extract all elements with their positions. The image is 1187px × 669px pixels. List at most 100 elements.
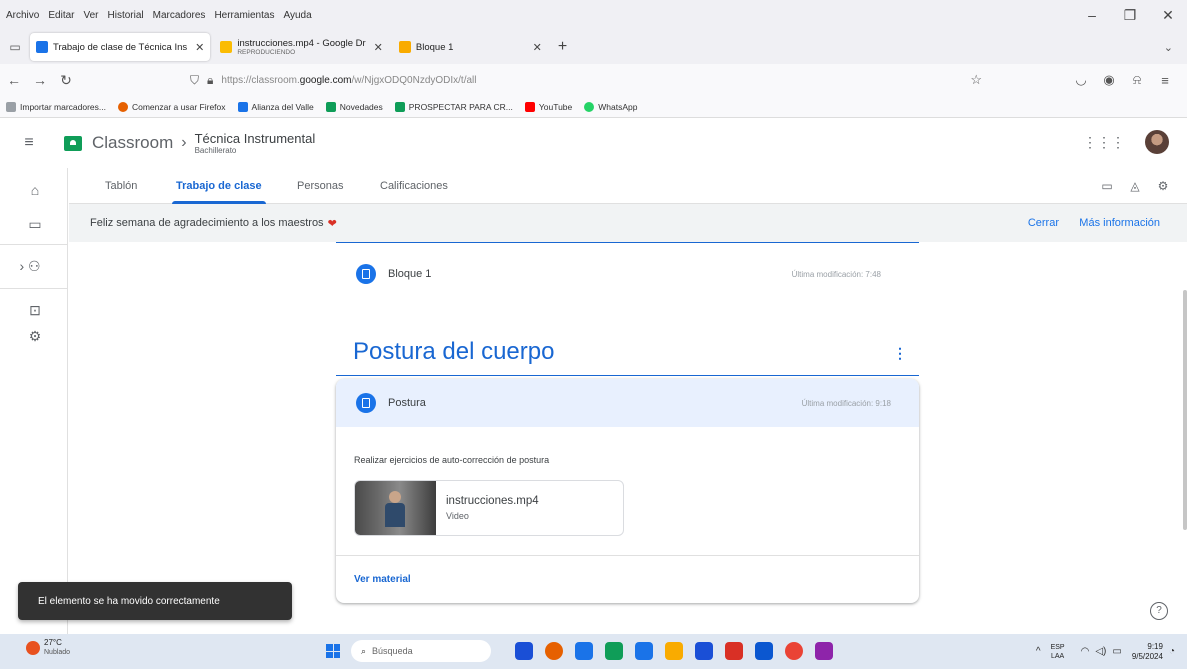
- browser-tab-classwork[interactable]: Trabajo de clase de Técnica Ins ✕: [30, 33, 211, 61]
- bookmark-alianza[interactable]: Alianza del Valle: [237, 101, 314, 112]
- list-item-bloque-1[interactable]: Bloque 1 Última modificación: 7:48: [336, 262, 919, 286]
- calendar-icon[interactable]: ▭: [1093, 179, 1121, 193]
- calendar-icon[interactable]: ▭: [25, 216, 45, 233]
- taskbar-app-icon[interactable]: [785, 642, 803, 660]
- extensions-icon[interactable]: ⍾: [1123, 72, 1151, 88]
- browser-tab-drive[interactable]: instrucciones.mp4 - Google Dr REPRODUCIE…: [214, 33, 389, 61]
- banner-close-button[interactable]: Cerrar: [1028, 217, 1059, 229]
- google-apps-icon[interactable]: ⋮⋮⋮: [1083, 134, 1125, 151]
- scrollbar[interactable]: [1183, 290, 1187, 530]
- bookmark-star-icon[interactable]: ☆: [970, 72, 982, 88]
- wifi-icon[interactable]: ◠: [1081, 646, 1090, 657]
- bookmark-youtube[interactable]: YouTube: [524, 101, 572, 112]
- windows-start-icon[interactable]: [326, 644, 340, 658]
- taskbar-app-icon[interactable]: [695, 642, 713, 660]
- drive-folder-icon[interactable]: ◬: [1121, 179, 1149, 193]
- material-title: Postura: [388, 397, 426, 409]
- url-bar[interactable]: ⛉ 🔒︎ https://classroom. google.com/w/Njgx…: [190, 67, 996, 93]
- menu-marcadores[interactable]: Marcadores: [153, 10, 206, 21]
- close-tab-icon[interactable]: ✕: [533, 41, 542, 54]
- list-all-tabs-icon[interactable]: ▭: [0, 40, 30, 54]
- taskbar-app-icon[interactable]: [575, 642, 593, 660]
- volume-icon[interactable]: ◁): [1095, 646, 1106, 657]
- language-indicator[interactable]: ESP LAA: [1051, 643, 1065, 661]
- chevron-right-icon: ›: [181, 134, 187, 151]
- item-title: Bloque 1: [388, 268, 432, 280]
- close-tab-icon[interactable]: ✕: [374, 41, 383, 54]
- attachment-card[interactable]: instrucciones.mp4 Video: [354, 480, 624, 536]
- reload-icon[interactable]: ↻: [54, 72, 78, 89]
- attachment-info: instrucciones.mp4 Video: [446, 481, 539, 535]
- menu-editar[interactable]: Editar: [48, 10, 74, 21]
- taskbar-app-icon[interactable]: [665, 642, 683, 660]
- close-tab-icon[interactable]: ✕: [195, 41, 204, 54]
- browser-tab-bloque[interactable]: Bloque 1 ✕: [393, 33, 548, 61]
- tab-trabajo-de-clase[interactable]: Trabajo de clase: [172, 168, 266, 204]
- home-icon[interactable]: ⌂: [25, 182, 45, 198]
- bookmark-import[interactable]: Importar marcadores...: [6, 101, 106, 112]
- taskbar-search[interactable]: ⌕ Búsqueda: [351, 640, 491, 662]
- lock-icon[interactable]: 🔒︎: [207, 73, 213, 88]
- view-material-link[interactable]: Ver material: [354, 574, 411, 585]
- whatsapp-icon: [584, 101, 595, 112]
- tab-calificaciones[interactable]: Calificaciones: [380, 168, 448, 204]
- enrolled-classes-icon[interactable]: › ⚇: [10, 258, 50, 275]
- topic-divider: [336, 375, 919, 376]
- menu-ayuda[interactable]: Ayuda: [283, 10, 311, 21]
- taskbar-app-icon[interactable]: [815, 642, 833, 660]
- course-subtitle: Bachillerato: [194, 146, 237, 155]
- avatar[interactable]: [1145, 130, 1169, 154]
- chevron-up-icon[interactable]: ^: [1036, 646, 1041, 657]
- help-icon[interactable]: ?: [1150, 602, 1168, 620]
- clock[interactable]: 9:19 9/5/2024: [1132, 642, 1163, 662]
- maximize-button[interactable]: ❐: [1111, 7, 1149, 24]
- pocket-icon[interactable]: ◡: [1067, 72, 1095, 88]
- tab-personas[interactable]: Personas: [297, 168, 343, 204]
- taskbar-app-icon[interactable]: [635, 642, 653, 660]
- account-icon[interactable]: ◉: [1095, 72, 1123, 88]
- classroom-logo-icon[interactable]: [64, 135, 82, 151]
- tab-tablon[interactable]: Tablón: [105, 168, 137, 204]
- material-icon: [356, 393, 376, 413]
- menu-ver[interactable]: Ver: [83, 10, 98, 21]
- hamburger-menu-icon[interactable]: ≡: [14, 134, 44, 152]
- bookmark-firefox[interactable]: Comenzar a usar Firefox: [117, 101, 226, 112]
- settings-icon[interactable]: ⚙: [25, 328, 45, 345]
- more-vert-icon[interactable]: ⋮: [893, 345, 907, 362]
- bookmark-prospectar[interactable]: PROSPECTAR PARA CR...: [394, 101, 513, 112]
- classwork-content: Bloque 1 Última modificación: 7:48 Postu…: [69, 242, 1187, 634]
- chevron-down-icon[interactable]: ⌄: [1164, 41, 1173, 54]
- weather-widget[interactable]: 27°C Nublado: [26, 638, 70, 658]
- archived-classes-icon[interactable]: ⊡: [25, 302, 45, 319]
- banner-more-info-link[interactable]: Más información: [1079, 217, 1160, 229]
- tracking-shield-icon[interactable]: ⛉: [190, 73, 199, 88]
- battery-icon[interactable]: ▭: [1112, 646, 1121, 657]
- minimize-button[interactable]: –: [1073, 7, 1111, 23]
- menu-historial[interactable]: Historial: [108, 10, 144, 21]
- menu-herramientas[interactable]: Herramientas: [214, 10, 274, 21]
- bookmark-novedades[interactable]: Novedades: [325, 101, 383, 112]
- firefox-icon: [117, 101, 128, 112]
- back-icon[interactable]: ←: [2, 72, 26, 88]
- bookmark-whatsapp[interactable]: WhatsApp: [584, 101, 637, 112]
- menu-icon[interactable]: ≡: [1151, 73, 1179, 88]
- course-breadcrumb[interactable]: Técnica Instrumental Bachillerato: [195, 131, 316, 155]
- forward-icon[interactable]: →: [28, 72, 52, 88]
- menu-bar: Archivo Editar Ver Historial Marcadores …: [0, 0, 1187, 30]
- notifications-icon[interactable]: ◔: [1169, 646, 1175, 657]
- course-title: Técnica Instrumental: [194, 131, 316, 146]
- taskbar-app-icon[interactable]: [755, 642, 773, 660]
- close-window-button[interactable]: ✕: [1149, 7, 1187, 24]
- menu-archivo[interactable]: Archivo: [6, 10, 39, 21]
- class-settings-icon[interactable]: ⚙: [1149, 179, 1177, 193]
- taskbar-app-icon[interactable]: [725, 642, 743, 660]
- youtube-icon: [524, 101, 535, 112]
- taskbar-app-icon[interactable]: [515, 642, 533, 660]
- material-modified: Última modificación: 9:18: [801, 398, 891, 408]
- new-tab-icon[interactable]: +: [558, 38, 567, 56]
- search-icon: ⌕: [361, 645, 367, 656]
- taskbar-app-icon[interactable]: [605, 642, 623, 660]
- app-name[interactable]: Classroom: [92, 133, 173, 153]
- material-header[interactable]: Postura Última modificación: 9:18: [336, 379, 919, 427]
- taskbar-app-icon[interactable]: [545, 642, 563, 660]
